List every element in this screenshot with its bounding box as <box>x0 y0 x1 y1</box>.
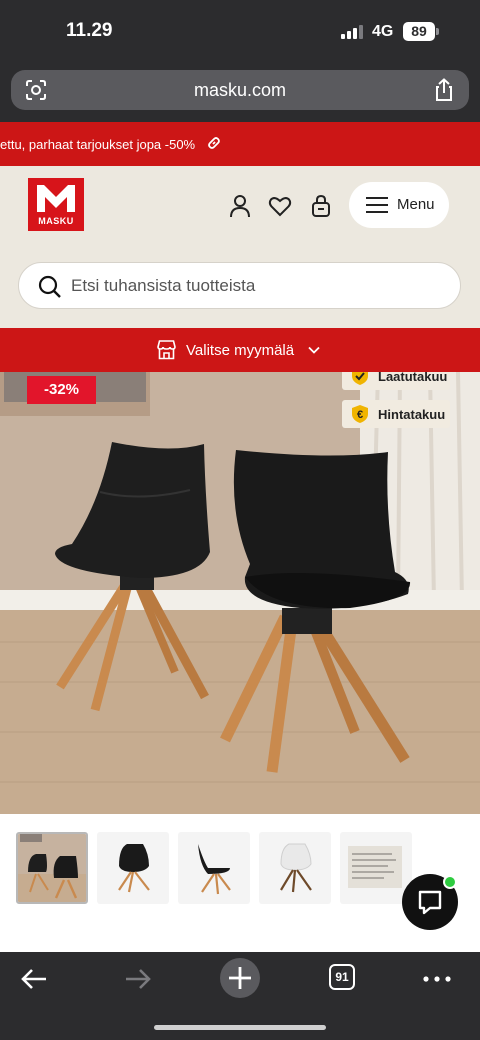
price-guarantee-badge[interactable]: € Hintatakuu <box>342 400 450 428</box>
masku-logo[interactable]: MASKU <box>28 178 84 231</box>
chevron-down-icon <box>308 346 320 354</box>
shield-check-icon <box>352 372 368 385</box>
thumbnail-pair[interactable] <box>16 832 88 904</box>
heart-icon[interactable] <box>268 194 292 218</box>
search-bar[interactable] <box>18 262 461 309</box>
site-header: MASKU Menu <box>0 166 480 328</box>
browser-address-bar: masku.com <box>0 62 480 122</box>
menu-label: Menu <box>397 196 435 213</box>
bag-icon[interactable] <box>309 194 333 218</box>
link-icon <box>208 137 220 149</box>
back-arrow-icon[interactable] <box>18 962 52 996</box>
network-type: 4G <box>372 23 394 40</box>
chat-icon <box>418 890 442 915</box>
quality-guarantee-label[interactable]: Laatutakuu <box>378 372 447 384</box>
url-field[interactable]: masku.com <box>11 70 469 110</box>
search-input[interactable] <box>71 263 441 308</box>
discount-badge: -32% <box>27 376 96 404</box>
logo-text: MASKU <box>38 216 74 226</box>
new-tab-button[interactable] <box>220 958 260 998</box>
more-icon[interactable] <box>420 962 454 996</box>
forward-arrow-icon[interactable] <box>120 962 154 996</box>
logo-mark <box>37 185 75 212</box>
browser-toolbar: 91 <box>0 952 480 1040</box>
person-icon[interactable] <box>228 194 252 218</box>
thumbnail-spec[interactable] <box>340 832 412 904</box>
battery-icon: 89 <box>403 22 435 41</box>
signal-icon <box>341 25 363 39</box>
thumbnail-front-image <box>118 844 150 893</box>
quality-guarantee-badge[interactable]: Laatutakuu <box>342 372 450 390</box>
product-photo <box>0 372 480 814</box>
product-image[interactable]: -32% Laatutakuu € Hintatakuu <box>0 372 480 814</box>
url-text[interactable]: masku.com <box>11 80 469 101</box>
thumbnail-white-image <box>280 843 312 893</box>
thumbnail-side[interactable] <box>178 832 250 904</box>
battery-tip <box>436 28 439 35</box>
thumbnail-spec-image <box>348 846 402 888</box>
online-status-dot <box>443 875 457 889</box>
store-selector-label[interactable]: Valitse myymälä <box>186 342 294 359</box>
svg-text:€: € <box>357 409 363 421</box>
share-icon[interactable] <box>433 78 455 102</box>
thumbnail-front[interactable] <box>97 832 169 904</box>
promo-text[interactable]: ettu, parhaat tarjoukset jopa -50% <box>0 137 195 152</box>
thumbnail-white[interactable] <box>259 832 331 904</box>
store-selector[interactable]: Valitse myymälä <box>0 328 480 372</box>
plus-icon <box>229 967 251 989</box>
tabs-button[interactable]: 91 <box>329 964 355 990</box>
store-icon <box>157 340 176 360</box>
thumbnail-pair-image <box>18 834 86 902</box>
status-time: 11.29 <box>66 20 113 41</box>
search-icon <box>38 275 61 298</box>
status-bar: 11.29 4G 89 <box>0 0 480 62</box>
euro-shield-icon: € <box>352 405 368 423</box>
menu-button[interactable]: Menu <box>349 182 449 228</box>
price-guarantee-label[interactable]: Hintatakuu <box>378 407 445 422</box>
menu-icon <box>366 197 388 213</box>
home-indicator <box>154 1025 326 1030</box>
thumbnail-strip <box>0 814 480 952</box>
thumbnail-side-image <box>198 844 231 895</box>
promo-banner[interactable]: ettu, parhaat tarjoukset jopa -50% <box>0 122 480 166</box>
